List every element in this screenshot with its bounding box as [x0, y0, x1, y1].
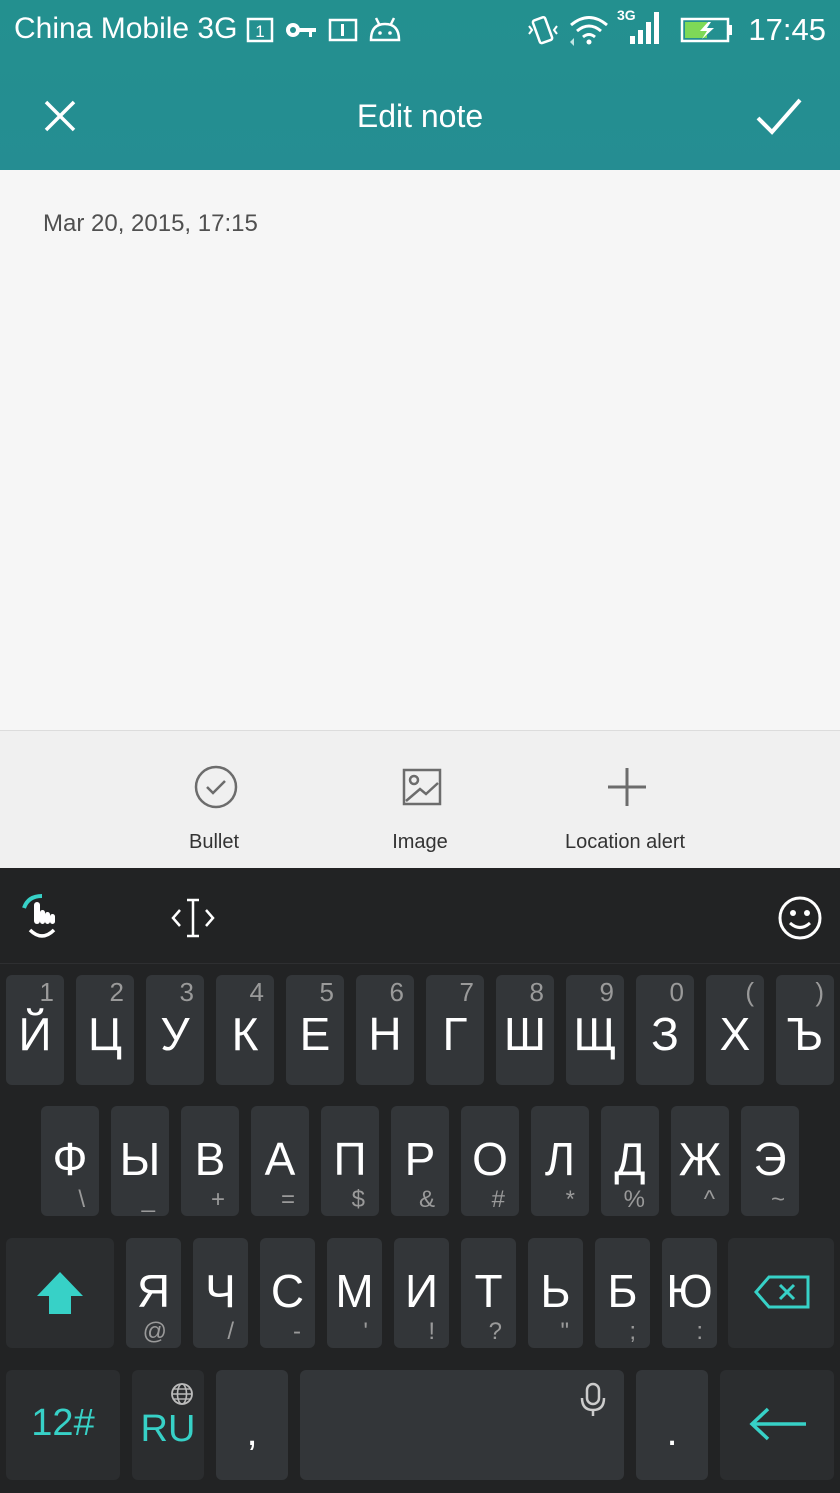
page-title: Edit note [356, 98, 484, 134]
globe-icon [171, 1383, 193, 1405]
space-key[interactable] [300, 1370, 624, 1480]
svg-text:1: 1 [255, 22, 264, 41]
key-letter[interactable]: Ю: [662, 1238, 717, 1348]
key-letter[interactable]: 4К [216, 975, 274, 1085]
period-key[interactable]: . [636, 1370, 708, 1480]
cursor-move-icon[interactable] [170, 896, 216, 940]
backspace-key[interactable] [728, 1238, 834, 1348]
key-letter[interactable]: В + [181, 1106, 239, 1216]
key-letter[interactable]: 0З [636, 975, 694, 1085]
key-letter[interactable]: П $ [321, 1106, 379, 1216]
note-timestamp: Mar 20, 2015, 17:15 [43, 210, 258, 237]
note-editor[interactable]: Mar 20, 2015, 17:15 [0, 170, 840, 730]
key-letter[interactable]: М ' [327, 1238, 382, 1348]
check-circle-icon [194, 765, 238, 809]
image-button[interactable]: Image [320, 731, 520, 869]
key-letter[interactable]: А = [251, 1106, 309, 1216]
swype-logo-icon[interactable] [18, 892, 66, 944]
image-label: Image [392, 831, 448, 853]
key-letter[interactable]: И! [394, 1238, 449, 1348]
key-letter[interactable]: Ь " [528, 1238, 583, 1348]
key-letter[interactable]: 7Г [426, 975, 484, 1085]
bullet-button[interactable]: Bullet [114, 731, 314, 869]
language-key[interactable]: RU [132, 1370, 204, 1480]
key-letter[interactable]: Я @ [126, 1238, 181, 1348]
wifi-icon [570, 16, 608, 46]
key-letter[interactable]: 3У [146, 975, 204, 1085]
key-letter[interactable]: 2Ц [76, 975, 134, 1085]
key-letter[interactable]: Э ~ [741, 1106, 799, 1216]
key-letter[interactable]: 8Ш [496, 975, 554, 1085]
status-bar: China Mobile 3G 1 3G 17:45 [0, 0, 840, 62]
vpn-key-icon [286, 23, 316, 37]
enter-arrow-icon [749, 1407, 806, 1441]
location-alert-button[interactable]: Location alert [525, 731, 725, 869]
status-time: 17:45 [748, 12, 826, 47]
numbers-key[interactable]: 12# [6, 1370, 120, 1480]
location-alert-label: Location alert [564, 831, 686, 853]
key-letter[interactable]: Д% [601, 1106, 659, 1216]
key-letter[interactable]: Б; [595, 1238, 650, 1348]
shift-key[interactable] [6, 1238, 114, 1348]
comma-key[interactable]: , [216, 1370, 288, 1480]
key-letter[interactable]: Ф \ [41, 1106, 99, 1216]
key-letter[interactable]: С- [260, 1238, 315, 1348]
key-letter[interactable]: Ы _ [111, 1106, 169, 1216]
vibrate-icon [528, 15, 558, 45]
key-letter[interactable]: Ч / [193, 1238, 248, 1348]
key-letter[interactable]: О # [461, 1106, 519, 1216]
key-letter[interactable]: 9Щ [566, 975, 624, 1085]
backspace-icon [754, 1275, 810, 1309]
note-header: Edit note [0, 62, 840, 170]
battery-charging-icon [680, 17, 732, 43]
android-debug-icon [369, 17, 401, 42]
microphone-icon[interactable] [580, 1382, 606, 1418]
keyboard: 1Й 2Ц 3У 4К 5Е 6Н 7Г 8Ш 9Щ 0З (Х ) Ъ Ф \ Ы… [0, 868, 840, 1493]
shift-arrow-icon [37, 1272, 83, 1314]
key-letter[interactable]: 6Н [356, 975, 414, 1085]
bullet-label: Bullet [188, 831, 240, 853]
enter-key[interactable] [720, 1370, 834, 1480]
svg-text:3G: 3G [617, 7, 636, 23]
cell-signal-icon: 3G [617, 7, 659, 44]
emoji-icon[interactable] [776, 894, 824, 942]
app-top-bar: China Mobile 3G 1 3G 17:45 Edit note [0, 0, 840, 170]
carrier-name: China Mobile 3G [14, 12, 238, 45]
image-icon [402, 768, 442, 806]
plus-icon [608, 768, 646, 806]
input-method-icon [328, 18, 358, 42]
key-letter[interactable]: 1Й [6, 975, 64, 1085]
key-letter[interactable]: Ж ^ [671, 1106, 729, 1216]
key-letter[interactable]: 5Е [286, 975, 344, 1085]
keyboard-toolbar [0, 868, 840, 964]
key-letter[interactable]: (Х [706, 975, 764, 1085]
note-tools-bar: Bullet Image Location alert [0, 730, 840, 868]
confirm-check-icon[interactable] [754, 92, 804, 140]
sim-slot-icon: 1 [246, 17, 274, 43]
key-letter[interactable]: Р & [391, 1106, 449, 1216]
key-letter[interactable]: ) Ъ [776, 975, 834, 1085]
key-letter[interactable]: Л * [531, 1106, 589, 1216]
key-letter[interactable]: Т? [461, 1238, 516, 1348]
